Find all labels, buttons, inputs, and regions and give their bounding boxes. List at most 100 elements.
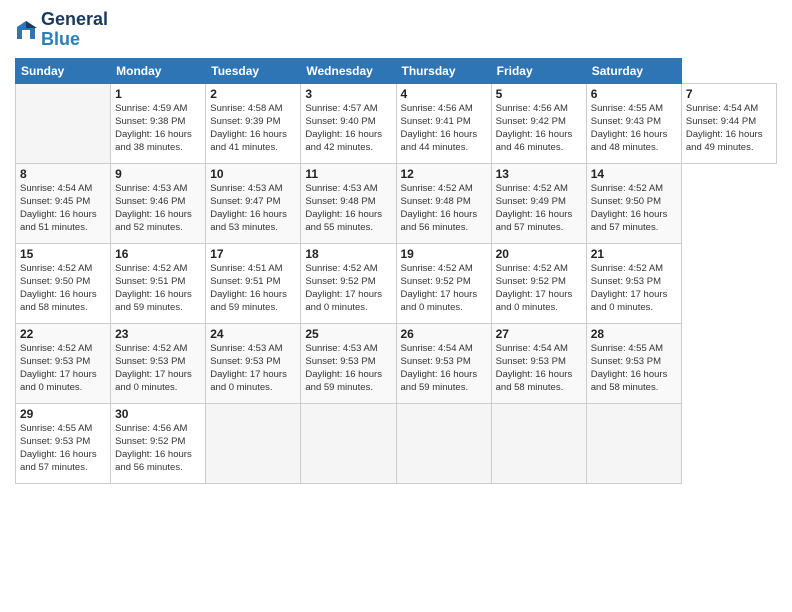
week-row-1: 1 Sunrise: 4:59 AMSunset: 9:38 PMDayligh… xyxy=(16,83,777,163)
logo-icon xyxy=(15,19,37,41)
day-info: Sunrise: 4:56 AMSunset: 9:41 PMDaylight:… xyxy=(401,102,487,155)
day-number: 9 xyxy=(115,167,201,181)
day-number: 29 xyxy=(20,407,106,421)
day-cell: 6 Sunrise: 4:55 AMSunset: 9:43 PMDayligh… xyxy=(586,83,681,163)
day-info: Sunrise: 4:55 AMSunset: 9:53 PMDaylight:… xyxy=(20,422,106,475)
day-number: 30 xyxy=(115,407,201,421)
day-number: 1 xyxy=(115,87,201,101)
day-number: 18 xyxy=(305,247,391,261)
day-number: 21 xyxy=(591,247,677,261)
col-header-wednesday: Wednesday xyxy=(301,58,396,83)
day-number: 20 xyxy=(496,247,582,261)
day-info: Sunrise: 4:51 AMSunset: 9:51 PMDaylight:… xyxy=(210,262,296,315)
col-header-monday: Monday xyxy=(111,58,206,83)
day-cell xyxy=(586,403,681,483)
day-cell: 14 Sunrise: 4:52 AMSunset: 9:50 PMDaylig… xyxy=(586,163,681,243)
day-cell xyxy=(396,403,491,483)
day-number: 26 xyxy=(401,327,487,341)
day-number: 23 xyxy=(115,327,201,341)
day-info: Sunrise: 4:54 AMSunset: 9:45 PMDaylight:… xyxy=(20,182,106,235)
day-cell: 2 Sunrise: 4:58 AMSunset: 9:39 PMDayligh… xyxy=(206,83,301,163)
day-number: 28 xyxy=(591,327,677,341)
day-cell: 26 Sunrise: 4:54 AMSunset: 9:53 PMDaylig… xyxy=(396,323,491,403)
header: General Blue xyxy=(15,10,777,50)
day-number: 24 xyxy=(210,327,296,341)
day-number: 25 xyxy=(305,327,391,341)
day-cell: 11 Sunrise: 4:53 AMSunset: 9:48 PMDaylig… xyxy=(301,163,396,243)
day-info: Sunrise: 4:53 AMSunset: 9:53 PMDaylight:… xyxy=(210,342,296,395)
day-info: Sunrise: 4:54 AMSunset: 9:53 PMDaylight:… xyxy=(496,342,582,395)
day-cell: 22 Sunrise: 4:52 AMSunset: 9:53 PMDaylig… xyxy=(16,323,111,403)
day-cell: 8 Sunrise: 4:54 AMSunset: 9:45 PMDayligh… xyxy=(16,163,111,243)
day-info: Sunrise: 4:58 AMSunset: 9:39 PMDaylight:… xyxy=(210,102,296,155)
day-cell: 25 Sunrise: 4:53 AMSunset: 9:53 PMDaylig… xyxy=(301,323,396,403)
day-cell: 4 Sunrise: 4:56 AMSunset: 9:41 PMDayligh… xyxy=(396,83,491,163)
day-number: 4 xyxy=(401,87,487,101)
day-info: Sunrise: 4:52 AMSunset: 9:48 PMDaylight:… xyxy=(401,182,487,235)
day-number: 8 xyxy=(20,167,106,181)
day-info: Sunrise: 4:52 AMSunset: 9:50 PMDaylight:… xyxy=(591,182,677,235)
day-cell: 15 Sunrise: 4:52 AMSunset: 9:50 PMDaylig… xyxy=(16,243,111,323)
day-info: Sunrise: 4:56 AMSunset: 9:42 PMDaylight:… xyxy=(496,102,582,155)
day-cell: 30 Sunrise: 4:56 AMSunset: 9:52 PMDaylig… xyxy=(111,403,206,483)
col-header-thursday: Thursday xyxy=(396,58,491,83)
day-info: Sunrise: 4:52 AMSunset: 9:49 PMDaylight:… xyxy=(496,182,582,235)
day-number: 10 xyxy=(210,167,296,181)
day-info: Sunrise: 4:55 AMSunset: 9:43 PMDaylight:… xyxy=(591,102,677,155)
day-info: Sunrise: 4:52 AMSunset: 9:52 PMDaylight:… xyxy=(496,262,582,315)
day-number: 3 xyxy=(305,87,391,101)
day-cell: 17 Sunrise: 4:51 AMSunset: 9:51 PMDaylig… xyxy=(206,243,301,323)
day-info: Sunrise: 4:52 AMSunset: 9:53 PMDaylight:… xyxy=(591,262,677,315)
day-number: 5 xyxy=(496,87,582,101)
day-cell: 28 Sunrise: 4:55 AMSunset: 9:53 PMDaylig… xyxy=(586,323,681,403)
day-info: Sunrise: 4:52 AMSunset: 9:53 PMDaylight:… xyxy=(20,342,106,395)
day-cell xyxy=(206,403,301,483)
page: General Blue SundayMondayTuesdayWednesda… xyxy=(0,0,792,612)
day-number: 15 xyxy=(20,247,106,261)
day-number: 17 xyxy=(210,247,296,261)
day-cell: 1 Sunrise: 4:59 AMSunset: 9:38 PMDayligh… xyxy=(111,83,206,163)
col-header-friday: Friday xyxy=(491,58,586,83)
day-number: 22 xyxy=(20,327,106,341)
day-info: Sunrise: 4:54 AMSunset: 9:53 PMDaylight:… xyxy=(401,342,487,395)
day-info: Sunrise: 4:53 AMSunset: 9:48 PMDaylight:… xyxy=(305,182,391,235)
day-cell: 9 Sunrise: 4:53 AMSunset: 9:46 PMDayligh… xyxy=(111,163,206,243)
day-number: 2 xyxy=(210,87,296,101)
day-cell: 21 Sunrise: 4:52 AMSunset: 9:53 PMDaylig… xyxy=(586,243,681,323)
day-number: 19 xyxy=(401,247,487,261)
day-number: 7 xyxy=(686,87,772,101)
logo-text: General Blue xyxy=(41,10,108,50)
day-cell: 13 Sunrise: 4:52 AMSunset: 9:49 PMDaylig… xyxy=(491,163,586,243)
calendar-header-row: SundayMondayTuesdayWednesdayThursdayFrid… xyxy=(16,58,777,83)
day-cell: 7 Sunrise: 4:54 AMSunset: 9:44 PMDayligh… xyxy=(681,83,776,163)
day-info: Sunrise: 4:52 AMSunset: 9:50 PMDaylight:… xyxy=(20,262,106,315)
day-info: Sunrise: 4:53 AMSunset: 9:53 PMDaylight:… xyxy=(305,342,391,395)
col-header-sunday: Sunday xyxy=(16,58,111,83)
day-cell: 16 Sunrise: 4:52 AMSunset: 9:51 PMDaylig… xyxy=(111,243,206,323)
day-cell: 3 Sunrise: 4:57 AMSunset: 9:40 PMDayligh… xyxy=(301,83,396,163)
col-header-tuesday: Tuesday xyxy=(206,58,301,83)
day-cell xyxy=(491,403,586,483)
day-info: Sunrise: 4:57 AMSunset: 9:40 PMDaylight:… xyxy=(305,102,391,155)
day-info: Sunrise: 4:56 AMSunset: 9:52 PMDaylight:… xyxy=(115,422,201,475)
day-number: 16 xyxy=(115,247,201,261)
day-number: 6 xyxy=(591,87,677,101)
day-info: Sunrise: 4:52 AMSunset: 9:52 PMDaylight:… xyxy=(401,262,487,315)
day-cell: 20 Sunrise: 4:52 AMSunset: 9:52 PMDaylig… xyxy=(491,243,586,323)
calendar-table: SundayMondayTuesdayWednesdayThursdayFrid… xyxy=(15,58,777,484)
day-number: 13 xyxy=(496,167,582,181)
week-row-5: 29 Sunrise: 4:55 AMSunset: 9:53 PMDaylig… xyxy=(16,403,777,483)
day-info: Sunrise: 4:52 AMSunset: 9:53 PMDaylight:… xyxy=(115,342,201,395)
week-row-3: 15 Sunrise: 4:52 AMSunset: 9:50 PMDaylig… xyxy=(16,243,777,323)
day-cell: 27 Sunrise: 4:54 AMSunset: 9:53 PMDaylig… xyxy=(491,323,586,403)
day-cell: 10 Sunrise: 4:53 AMSunset: 9:47 PMDaylig… xyxy=(206,163,301,243)
day-info: Sunrise: 4:52 AMSunset: 9:51 PMDaylight:… xyxy=(115,262,201,315)
logo: General Blue xyxy=(15,10,108,50)
day-number: 14 xyxy=(591,167,677,181)
day-cell xyxy=(16,83,111,163)
day-cell: 18 Sunrise: 4:52 AMSunset: 9:52 PMDaylig… xyxy=(301,243,396,323)
day-info: Sunrise: 4:59 AMSunset: 9:38 PMDaylight:… xyxy=(115,102,201,155)
week-row-4: 22 Sunrise: 4:52 AMSunset: 9:53 PMDaylig… xyxy=(16,323,777,403)
day-info: Sunrise: 4:53 AMSunset: 9:46 PMDaylight:… xyxy=(115,182,201,235)
day-cell: 19 Sunrise: 4:52 AMSunset: 9:52 PMDaylig… xyxy=(396,243,491,323)
